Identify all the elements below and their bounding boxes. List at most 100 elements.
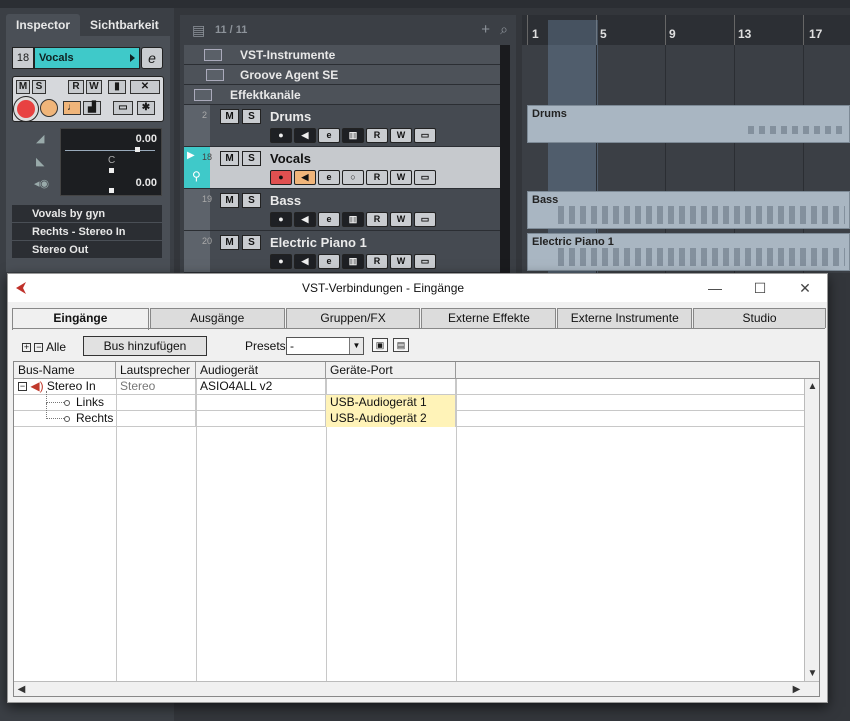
delete-preset-icon[interactable]: ▤ [393,338,409,352]
track-row[interactable]: ▶ ⚲ 18 M S Vocals ● ◀ e ○ R W ▭ [184,147,510,189]
monitor-button[interactable] [40,99,58,117]
event-clip[interactable]: Electric Piano 1 [527,233,850,271]
search-icon[interactable]: ⌕ [500,21,508,38]
tab-studio[interactable]: Studio [693,308,826,328]
minimize-button[interactable]: — [704,279,726,297]
delay-handle[interactable] [109,188,114,193]
tab-sichtbarkeit[interactable]: Sichtbarkeit [80,14,169,36]
instrument-icon[interactable]: ▥ [342,212,364,227]
lanes-icon[interactable]: ▭ [414,212,436,227]
list-icon[interactable]: ▤ [192,22,205,39]
read-button[interactable]: R [366,128,388,143]
mute-button[interactable]: M [220,193,239,208]
scroll-right-icon[interactable]: ▶ [789,682,804,697]
edit-button[interactable]: e [318,212,340,227]
port-cell[interactable]: USB-Audiogerät 1 [326,395,456,411]
collapse-icon[interactable]: − [18,382,27,392]
inspector-section-output[interactable]: Stereo Out [12,241,162,259]
column-header[interactable]: Lautsprecher [116,362,196,379]
monitor-icon[interactable]: ◀ [294,254,316,269]
inspector-section-input[interactable]: Rechts - Stereo In [12,223,162,241]
write-button[interactable]: W [86,80,102,94]
inspector-track-name[interactable]: Vocals [34,47,140,69]
edit-button[interactable]: e [318,254,340,269]
presets-select[interactable]: - ▼ [286,337,364,355]
write-button[interactable]: W [390,212,412,227]
scroll-left-icon[interactable]: ◀ [14,682,29,697]
tab-gruppen-fx[interactable]: Gruppen/FX [285,308,421,328]
solo-button[interactable]: S [242,151,261,166]
device-cell[interactable]: ASIO4ALL v2 [196,379,326,395]
mute-button[interactable]: M [16,80,30,94]
lanes-icon[interactable]: ▭ [414,170,436,185]
mute-button[interactable]: M [220,151,239,166]
vertical-scrollbar[interactable]: ▲ ▼ [804,379,819,681]
read-button[interactable]: R [366,170,388,185]
solo-button[interactable]: S [242,109,261,124]
port-cell[interactable]: USB-Audiogerät 2 [326,411,456,427]
event-clip[interactable]: Drums [527,105,850,143]
write-button[interactable]: W [390,170,412,185]
expand-icon[interactable]: + [22,343,31,353]
tab-ausgaenge[interactable]: Ausgänge [149,308,285,328]
port-cell[interactable] [326,379,456,395]
tab-externe-effekte[interactable]: Externe Effekte [421,308,557,328]
record-icon[interactable]: ● [270,212,292,227]
monitor-icon[interactable]: ◀ [294,170,316,185]
record-icon[interactable]: ● [270,128,292,143]
tab-inspector[interactable]: Inspector [6,14,81,36]
monitor-icon[interactable]: ◀ [294,128,316,143]
event-clip[interactable]: Bass [527,191,850,229]
track-row[interactable]: 20 M S Electric Piano 1 ● ◀ e ▥ R W ▭ [184,231,510,273]
add-track-icon[interactable]: + [481,21,490,38]
horizontal-scrollbar[interactable]: ◀ ▶ [14,681,819,696]
maximize-button[interactable]: ☐ [749,279,771,297]
record-icon[interactable]: ● [270,254,292,269]
pan-handle[interactable] [109,168,114,173]
tab-externe-instrumente[interactable]: Externe Instrumente [557,308,693,328]
inspector-section-preset[interactable]: Vovals by gyn [12,205,162,223]
column-header[interactable]: Geräte-Port [326,362,456,379]
table-row[interactable]: Links USB-Audiogerät 1 [14,391,804,411]
folder-track[interactable]: Groove Agent SE [184,65,510,85]
mute-button[interactable]: M [220,109,239,124]
freeze-icon[interactable]: ✕ [130,80,160,94]
lanes-icon[interactable]: ▭ [414,128,436,143]
scroll-up-icon[interactable]: ▲ [805,379,820,394]
read-button[interactable]: R [68,80,84,94]
edit-channel-button[interactable]: e [141,47,163,69]
record-icon[interactable]: ● [270,170,292,185]
monitor-icon[interactable]: ◀ [294,212,316,227]
solo-button[interactable]: S [32,80,46,94]
track-row[interactable]: 2 M S Drums ● ◀ e ▥ R W ▭ [184,105,510,147]
lanes-icon[interactable]: ▭ [414,254,436,269]
read-button[interactable]: R [366,212,388,227]
write-button[interactable]: W [390,128,412,143]
folder-track[interactable]: Effektkanäle [184,85,510,105]
instrument-icon[interactable]: ▥ [342,254,364,269]
add-bus-button[interactable]: Bus hinzufügen [83,336,207,356]
close-button[interactable]: ✕ [794,279,816,297]
record-enable-button[interactable] [14,97,38,121]
timebase-icon[interactable]: ♩ [63,101,81,115]
circle-icon[interactable]: ○ [342,170,364,185]
volume-handle[interactable] [135,147,140,152]
edit-button[interactable]: e [318,170,340,185]
speaker-cell[interactable]: Stereo [116,379,196,395]
tab-eingaenge[interactable]: Eingänge [12,308,149,330]
table-row[interactable]: − ◀) Stereo In Stereo ASIO4ALL v2 [14,379,804,395]
column-header[interactable]: Audiogerät [196,362,326,379]
dialog-titlebar[interactable]: VST-Verbindungen - Eingänge — ☐ ✕ [8,274,827,302]
volume-fader[interactable] [65,150,155,151]
solo-button[interactable]: S [242,193,261,208]
lane-icon[interactable]: ▮ [108,80,126,94]
edit-button[interactable]: e [318,128,340,143]
lock-icon[interactable]: ▟ [83,101,101,115]
column-header[interactable]: Bus-Name [14,362,116,379]
mute-button[interactable]: M [220,235,239,250]
collapse-icon[interactable]: − [34,343,44,353]
write-button[interactable]: W [390,254,412,269]
track-list-scrollbar[interactable] [500,45,510,273]
folder-track[interactable]: VST-Instrumente [184,45,510,65]
table-row[interactable]: Rechts USB-Audiogerät 2 [14,403,804,427]
